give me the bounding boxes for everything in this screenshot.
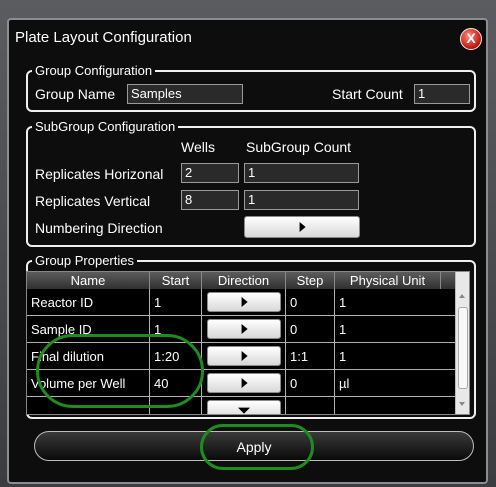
row-name-cell[interactable]: Reactor ID <box>27 289 150 316</box>
arrow-right-icon <box>299 222 306 232</box>
arrow-right-icon <box>241 351 248 361</box>
close-icon[interactable]: X <box>460 28 482 50</box>
group-configuration-legend: Group Configuration <box>35 63 153 78</box>
row-step-cell[interactable]: 1:1 <box>286 343 335 370</box>
scroll-up-icon[interactable] <box>459 294 465 298</box>
col-header-direction[interactable]: Direction <box>202 272 286 289</box>
row-start-cell[interactable]: 1 <box>150 289 202 316</box>
row-unit-cell[interactable]: 1 <box>335 316 457 343</box>
row-unit-cell[interactable]: 1 <box>335 343 457 370</box>
row-direction-cell <box>202 316 286 343</box>
replicates-horizontal-wells-input[interactable]: 2 <box>181 163 239 183</box>
row-unit-cell[interactable]: µl <box>335 370 457 397</box>
row-step-cell[interactable] <box>286 397 335 414</box>
row-unit-cell[interactable] <box>335 397 457 414</box>
table-row[interactable]: Reactor ID 1 0 1 <box>27 289 457 316</box>
arrow-right-icon <box>241 324 248 334</box>
window-title: Plate Layout Configuration <box>15 29 192 46</box>
scrollbar-thumb[interactable] <box>458 307 468 389</box>
annotation-ellipse-apply <box>200 424 314 470</box>
direction-button[interactable] <box>207 346 281 366</box>
direction-button[interactable] <box>207 400 281 414</box>
subgroup-configuration-legend: SubGroup Configuration <box>35 119 176 134</box>
replicates-horizontal-subgroup-input[interactable]: 1 <box>244 163 359 183</box>
arrow-right-icon <box>241 378 248 388</box>
annotation-ellipse-rows <box>36 334 204 408</box>
replicates-vertical-label: Replicates Vertical <box>35 193 151 209</box>
col-header-start[interactable]: Start <box>150 272 202 289</box>
col-header-name[interactable]: Name <box>27 272 150 289</box>
row-step-cell[interactable]: 0 <box>286 289 335 316</box>
scroll-down-icon[interactable] <box>459 402 465 406</box>
row-direction-cell <box>202 397 286 414</box>
direction-button[interactable] <box>207 373 281 393</box>
vertical-scrollbar[interactable] <box>455 272 469 414</box>
numbering-direction-label: Numbering Direction <box>35 220 163 236</box>
group-properties-legend: Group Properties <box>35 253 134 268</box>
direction-button[interactable] <box>207 319 281 339</box>
grid-header: Name Start Direction Step Physical Unit <box>27 272 457 289</box>
subgroup-count-column-header: SubGroup Count <box>246 139 352 155</box>
row-step-cell[interactable]: 0 <box>286 316 335 343</box>
row-step-cell[interactable]: 0 <box>286 370 335 397</box>
replicates-vertical-wells-input[interactable]: 8 <box>181 190 239 210</box>
start-count-input[interactable]: 1 <box>414 84 470 104</box>
title-bar: Plate Layout Configuration X <box>9 20 486 54</box>
row-direction-cell <box>202 289 286 316</box>
wells-column-header: Wells <box>181 139 215 155</box>
group-name-label: Group Name <box>35 86 116 102</box>
arrow-right-icon <box>241 297 248 307</box>
start-count-label: Start Count <box>332 86 403 102</box>
col-header-step[interactable]: Step <box>286 272 335 289</box>
close-symbol: X <box>466 30 476 46</box>
col-header-physical-unit[interactable]: Physical Unit <box>335 272 441 289</box>
row-unit-cell[interactable]: 1 <box>335 289 457 316</box>
numbering-direction-button[interactable] <box>244 216 360 238</box>
row-direction-cell <box>202 343 286 370</box>
replicates-vertical-subgroup-input[interactable]: 1 <box>244 190 359 210</box>
group-name-input[interactable]: Samples <box>127 84 243 104</box>
arrow-down-icon <box>238 407 250 414</box>
replicates-horizontal-label: Replicates Horizonal <box>35 166 164 182</box>
direction-button[interactable] <box>207 292 281 312</box>
row-direction-cell <box>202 370 286 397</box>
